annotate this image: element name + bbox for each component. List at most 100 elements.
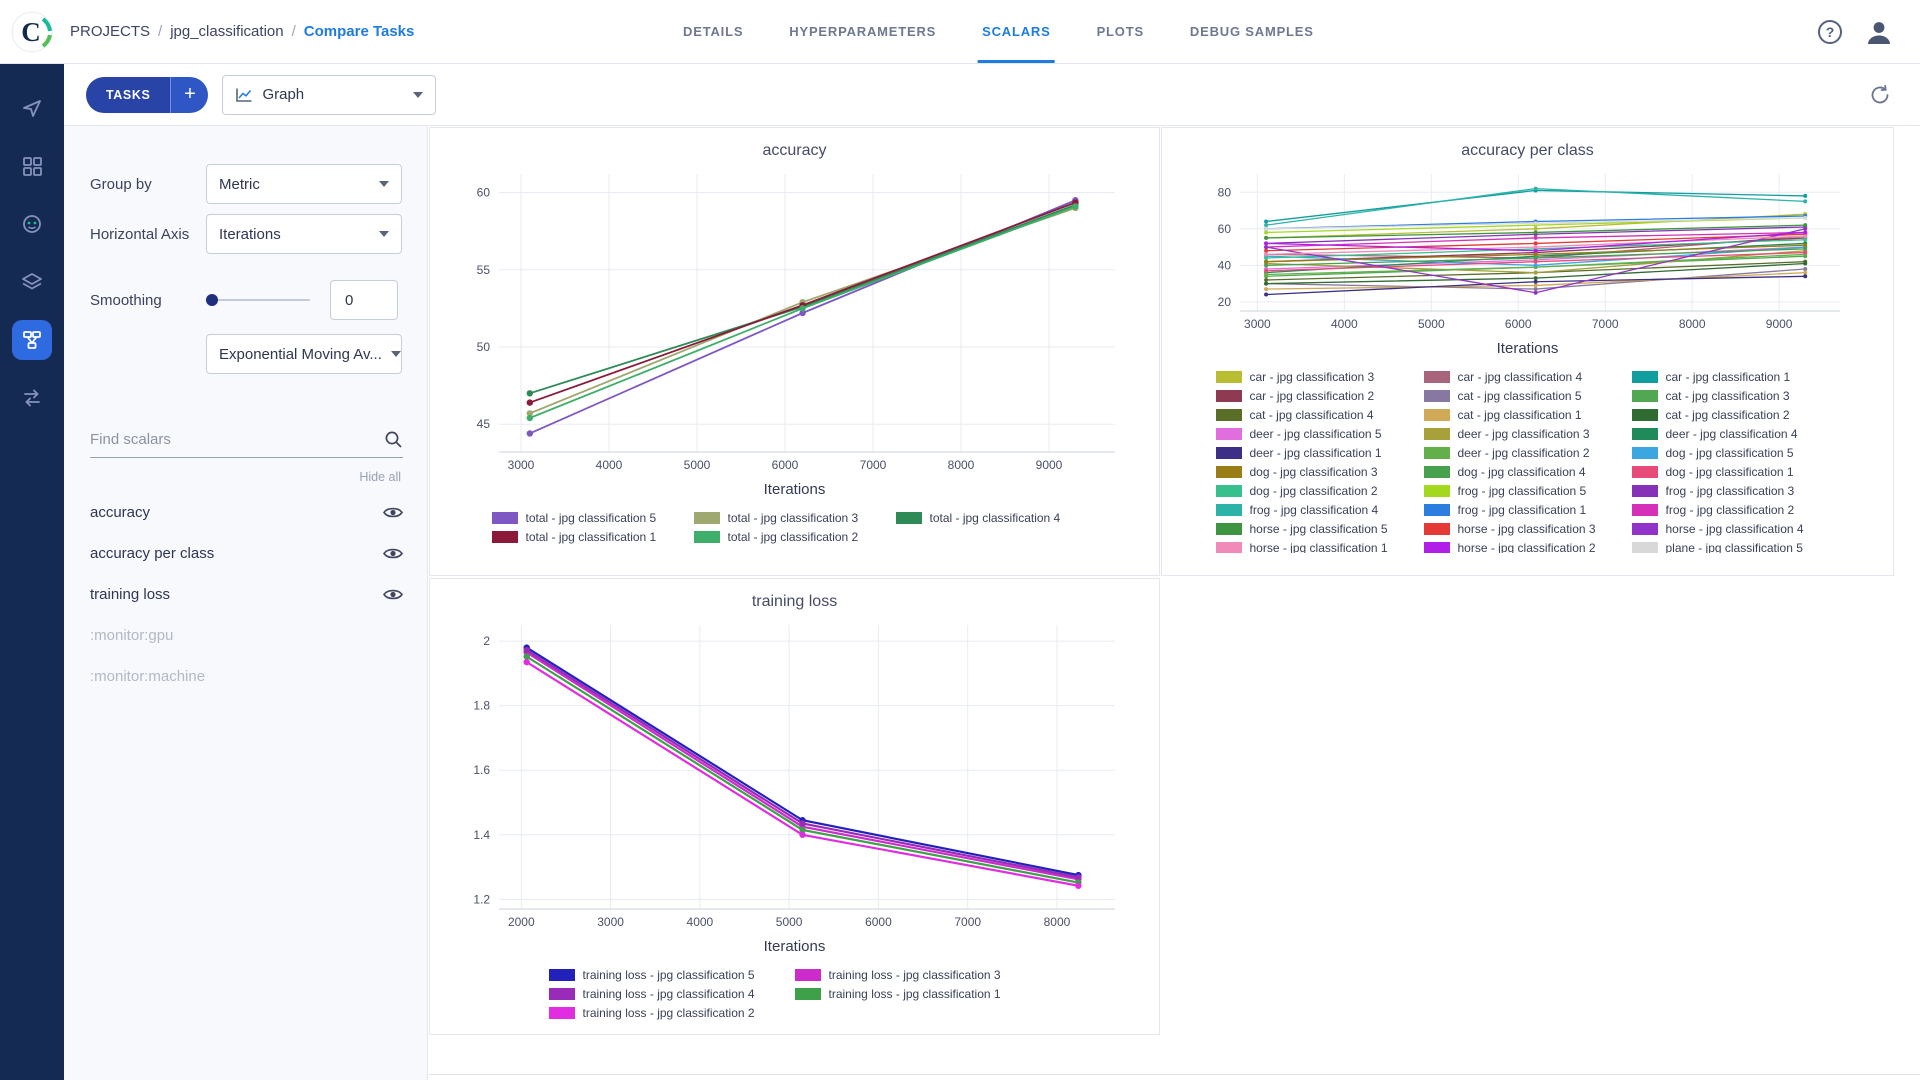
breadcrumb-project-name[interactable]: jpg_classification	[170, 23, 283, 40]
series-marker[interactable]	[1803, 247, 1807, 251]
legend-item[interactable]: frog - jpg classification 1	[1424, 500, 1632, 519]
legend-item[interactable]: total - jpg classification 2	[694, 527, 896, 546]
legend-item[interactable]: frog - jpg classification 3	[1632, 481, 1840, 500]
experiments-icon[interactable]	[12, 320, 52, 360]
legend-item[interactable]: total - jpg classification 4	[896, 508, 1098, 527]
smoothing-value-input[interactable]	[330, 280, 398, 320]
eye-icon[interactable]	[383, 547, 403, 560]
help-icon[interactable]: ?	[1818, 20, 1842, 44]
legend-item[interactable]: cat - jpg classification 4	[1216, 405, 1424, 424]
series-marker[interactable]	[1072, 203, 1078, 209]
legend-item[interactable]: deer - jpg classification 1	[1216, 443, 1424, 462]
series-marker[interactable]	[523, 647, 529, 653]
series-marker[interactable]	[1264, 245, 1268, 249]
rocket-icon[interactable]	[12, 88, 52, 128]
tab-details[interactable]: DETAILS	[683, 0, 743, 63]
add-task-button[interactable]: +	[170, 77, 208, 113]
series-marker[interactable]	[1264, 287, 1268, 291]
compare-arrows-icon[interactable]	[12, 378, 52, 418]
tab-plots[interactable]: PLOTS	[1097, 0, 1144, 63]
series-marker[interactable]	[1264, 241, 1268, 245]
legend-item[interactable]: cat - jpg classification 3	[1632, 386, 1840, 405]
legend-item[interactable]: frog - jpg classification 5	[1424, 481, 1632, 500]
legend-item[interactable]: dog - jpg classification 4	[1424, 462, 1632, 481]
legend-item[interactable]: dog - jpg classification 2	[1216, 481, 1424, 500]
scalar-item-accuracy-per-class[interactable]: accuracy per class	[90, 533, 403, 574]
legend-item[interactable]: horse - jpg classification 3	[1424, 519, 1632, 538]
series-marker[interactable]	[1533, 256, 1537, 260]
scalar-item-accuracy[interactable]: accuracy	[90, 492, 403, 533]
legend-item[interactable]: training loss - jpg classification 4	[549, 984, 795, 1003]
legend-item[interactable]: frog - jpg classification 4	[1216, 500, 1424, 519]
series-marker[interactable]	[799, 820, 805, 826]
legend-item[interactable]: dog - jpg classification 3	[1216, 462, 1424, 481]
series-marker[interactable]	[1533, 280, 1537, 284]
legend-item[interactable]: plane - jpg classification 5	[1632, 538, 1840, 553]
series-marker[interactable]	[1264, 230, 1268, 234]
series-line[interactable]	[526, 662, 1078, 886]
series-marker[interactable]	[526, 390, 532, 396]
series-marker[interactable]	[1533, 260, 1537, 264]
legend-item[interactable]: cat - jpg classification 1	[1424, 405, 1632, 424]
series-marker[interactable]	[1264, 252, 1268, 256]
tab-debug-samples[interactable]: DEBUG SAMPLES	[1190, 0, 1314, 63]
series-marker[interactable]	[1264, 236, 1268, 240]
breadcrumb-projects[interactable]: PROJECTS	[70, 23, 150, 40]
series-marker[interactable]	[1533, 236, 1537, 240]
hide-all-link[interactable]: Hide all	[90, 470, 401, 484]
series-marker[interactable]	[1533, 252, 1537, 256]
series-marker[interactable]	[1533, 245, 1537, 249]
legend-item[interactable]: total - jpg classification 1	[492, 527, 694, 546]
series-marker[interactable]	[1533, 291, 1537, 295]
series-line[interactable]	[526, 657, 1078, 883]
legend-item[interactable]: horse - jpg classification 5	[1216, 519, 1424, 538]
series-marker[interactable]	[526, 430, 532, 436]
legend-item[interactable]: car - jpg classification 2	[1216, 386, 1424, 405]
series-marker[interactable]	[1803, 230, 1807, 234]
legend-item[interactable]: deer - jpg classification 2	[1424, 443, 1632, 462]
series-line[interactable]	[526, 652, 1078, 879]
legend-item[interactable]: total - jpg classification 5	[492, 508, 694, 527]
search-input[interactable]	[90, 431, 384, 448]
series-marker[interactable]	[1075, 883, 1081, 889]
legend-item[interactable]: deer - jpg classification 5	[1216, 424, 1424, 443]
series-marker[interactable]	[1533, 249, 1537, 253]
legend-item[interactable]: horse - jpg classification 1	[1216, 538, 1424, 553]
series-marker[interactable]	[526, 399, 532, 405]
series-marker[interactable]	[1264, 269, 1268, 273]
series-marker[interactable]	[1533, 276, 1537, 280]
training-loss-chart-plot[interactable]: 20003000400050006000700080001.21.41.61.8…	[447, 617, 1143, 935]
series-marker[interactable]	[1264, 249, 1268, 253]
horizontal-axis-select[interactable]: Iterations	[206, 214, 402, 254]
series-marker[interactable]	[1803, 271, 1807, 275]
scalar-item-training-loss[interactable]: training loss	[90, 574, 403, 615]
search-icon[interactable]	[384, 430, 403, 449]
series-marker[interactable]	[1264, 256, 1268, 260]
series-marker[interactable]	[1803, 216, 1807, 220]
scalar-item-monitor-gpu[interactable]: :monitor:gpu	[90, 615, 403, 656]
group-by-select[interactable]: Metric	[206, 164, 402, 204]
user-avatar-icon[interactable]	[1864, 17, 1894, 47]
series-marker[interactable]	[799, 305, 805, 311]
legend-item[interactable]: horse - jpg classification 2	[1424, 538, 1632, 553]
series-line[interactable]	[526, 650, 1078, 877]
legend-item[interactable]: cat - jpg classification 5	[1424, 386, 1632, 405]
series-marker[interactable]	[1264, 278, 1268, 282]
series-marker[interactable]	[1533, 287, 1537, 291]
series-marker[interactable]	[1533, 271, 1537, 275]
legend-item[interactable]: training loss - jpg classification 3	[795, 965, 1041, 984]
series-marker[interactable]	[1803, 243, 1807, 247]
clearml-logo[interactable]: C	[0, 10, 64, 54]
legend-item[interactable]: training loss - jpg classification 2	[549, 1003, 795, 1022]
legend-item[interactable]: training loss - jpg classification 1	[795, 984, 1041, 1003]
legend-item[interactable]: deer - jpg classification 3	[1424, 424, 1632, 443]
series-marker[interactable]	[1803, 274, 1807, 278]
series-marker[interactable]	[1803, 234, 1807, 238]
accuracy-chart-plot[interactable]: 300040005000600070008000900045505560	[447, 166, 1143, 478]
series-marker[interactable]	[1533, 230, 1537, 234]
series-marker[interactable]	[1533, 283, 1537, 287]
legend-item[interactable]: training loss - jpg classification 5	[549, 965, 795, 984]
series-marker[interactable]	[1264, 260, 1268, 264]
series-marker[interactable]	[1533, 221, 1537, 225]
series-marker[interactable]	[523, 659, 529, 665]
